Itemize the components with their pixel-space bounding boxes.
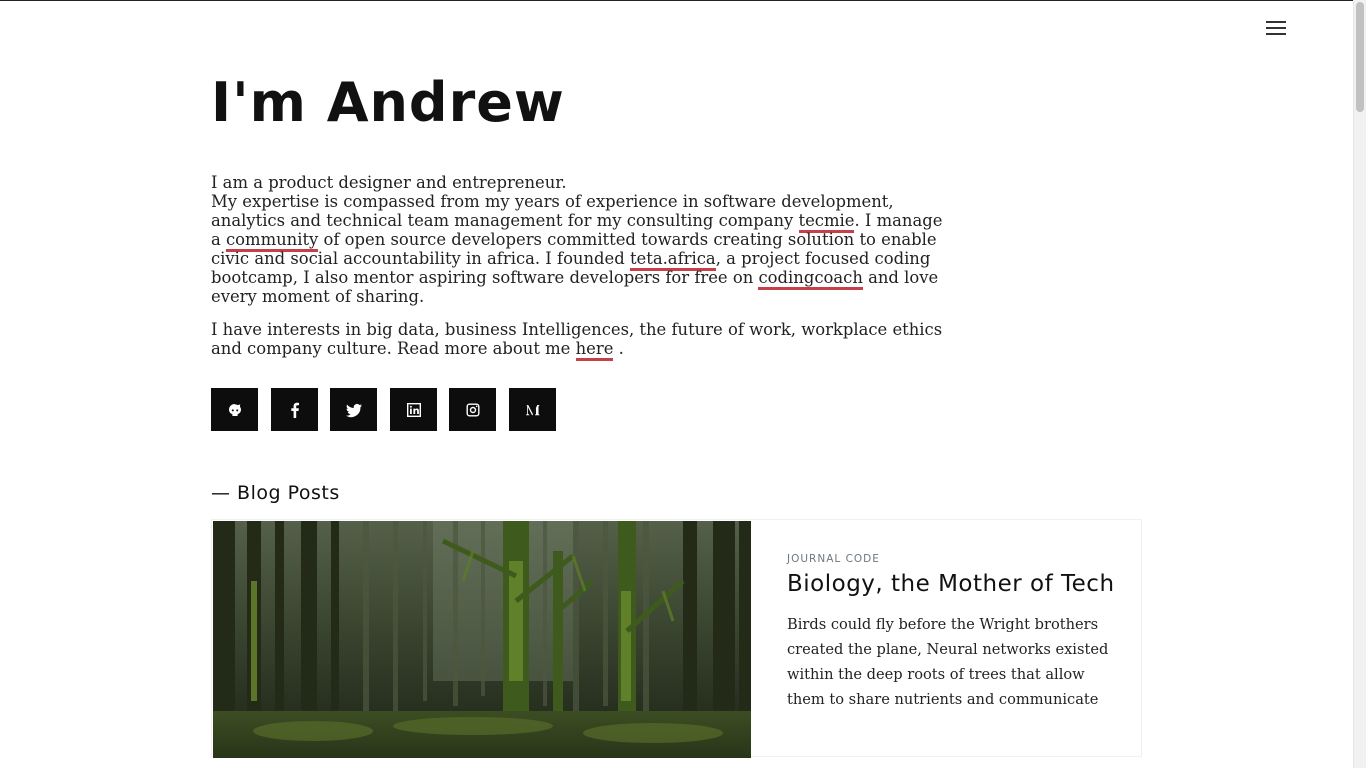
bio-text: .	[613, 339, 624, 358]
bio: I am a product designer and entrepreneur…	[211, 173, 956, 361]
scrollbar-thumb[interactable]	[1356, 2, 1364, 112]
bio-paragraph-2: I have interests in big data, business I…	[211, 320, 956, 361]
twitter-icon	[345, 403, 362, 417]
hamburger-menu-icon[interactable]	[1266, 20, 1286, 36]
instagram-button[interactable]	[449, 388, 496, 431]
linkedin-button[interactable]	[390, 388, 437, 431]
bio-paragraph-1: I am a product designer and entrepreneur…	[211, 173, 956, 306]
blog-post-card[interactable]: JOURNAL CODE Biology, the Mother of Tech…	[211, 519, 1142, 758]
medium-button[interactable]	[509, 388, 556, 431]
forest-photo	[213, 521, 751, 758]
link-about-here[interactable]: here	[575, 339, 614, 361]
twitter-button[interactable]	[330, 388, 377, 431]
github-icon	[228, 403, 241, 416]
bio-intro: I am a product designer and entrepreneur…	[211, 173, 567, 192]
post-excerpt: Birds could fly before the Wright brothe…	[787, 616, 1109, 708]
page-title: I'm Andrew	[211, 71, 565, 134]
post-image	[213, 521, 751, 758]
medium-icon	[525, 404, 539, 415]
bio-text: My expertise is compassed from my years …	[211, 192, 894, 230]
github-button[interactable]	[211, 388, 258, 431]
linkedin-icon	[406, 402, 421, 417]
post-title[interactable]: Biology, the Mother of Tech	[787, 571, 1117, 598]
facebook-button[interactable]	[271, 388, 318, 431]
post-body: JOURNAL CODE Biology, the Mother of Tech…	[787, 553, 1117, 712]
top-border	[0, 0, 1354, 1]
instagram-icon	[466, 403, 479, 416]
blog-section-title: — Blog Posts	[211, 482, 340, 504]
facebook-icon	[290, 402, 299, 418]
post-category[interactable]: JOURNAL CODE	[787, 553, 1117, 565]
link-codingcoach[interactable]: codingcoach	[758, 268, 863, 290]
scrollbar[interactable]	[1353, 0, 1366, 768]
